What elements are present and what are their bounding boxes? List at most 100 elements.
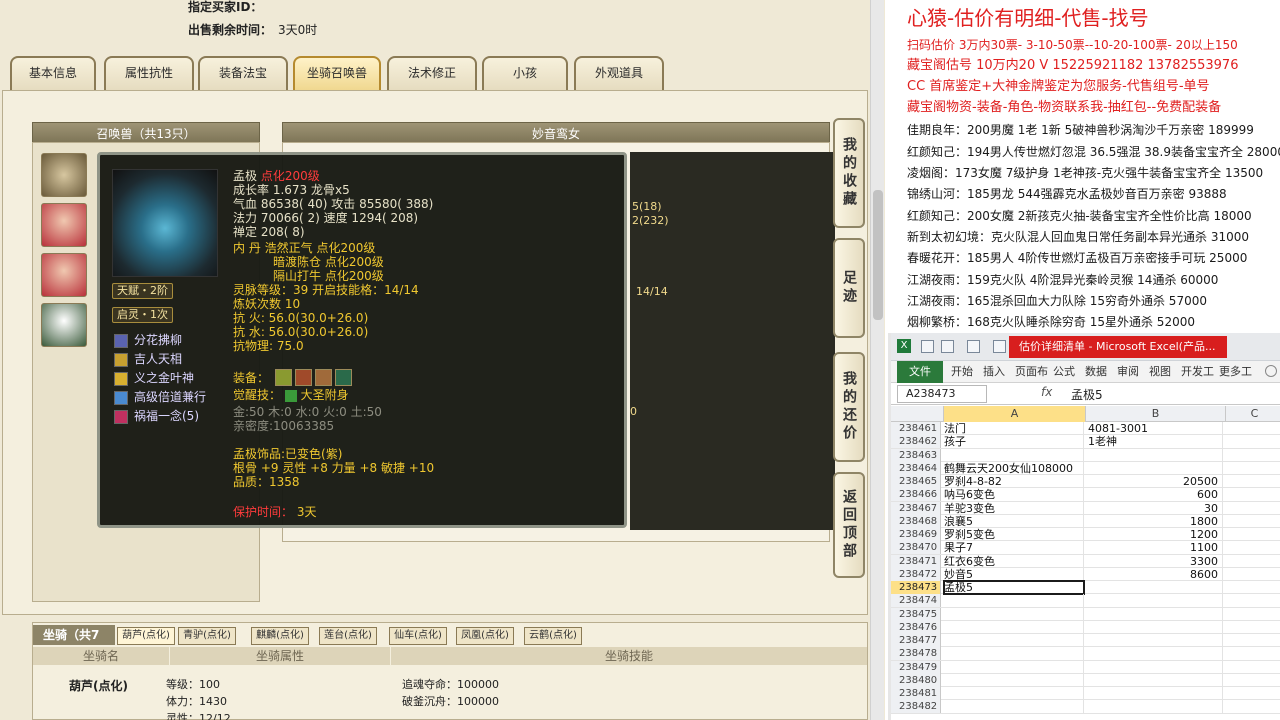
tab-mount-pets[interactable]: 坐骑召唤兽 (293, 56, 381, 90)
help-icon[interactable] (1265, 365, 1277, 377)
cell-b[interactable]: 8600 (1085, 567, 1223, 581)
cell-b[interactable] (1085, 461, 1223, 475)
favorite-button[interactable]: 我的收藏 (833, 118, 865, 228)
row-number[interactable]: 238474 (891, 594, 941, 608)
ribbon-tab-data[interactable]: 数据 (1085, 361, 1107, 383)
row-number[interactable]: 238475 (891, 607, 941, 621)
mount-tab-5[interactable]: 仙车(点化) (389, 627, 447, 645)
cell-a[interactable] (944, 620, 1084, 634)
cell-b[interactable]: 4081-3001 (1085, 422, 1223, 435)
cell-a[interactable]: 罗刹5变色 (944, 528, 1084, 541)
cell-b[interactable] (1085, 634, 1223, 647)
cell-a[interactable] (944, 673, 1084, 687)
row-number[interactable]: 238482 (891, 700, 941, 714)
ribbon-tab-file[interactable]: 文件 (897, 361, 943, 383)
cell-b[interactable]: 1老神 (1085, 435, 1223, 449)
ribbon-tab-formulas[interactable]: 公式 (1053, 361, 1075, 383)
row-number[interactable]: 238464 (891, 461, 941, 475)
cell-a[interactable] (944, 607, 1084, 621)
cell-b[interactable]: 1100 (1085, 541, 1223, 555)
mount-tab-4[interactable]: 莲台(点化) (319, 627, 377, 645)
bargain-button[interactable]: 我的还价 (833, 352, 865, 462)
row-number[interactable]: 238472 (891, 567, 941, 581)
ribbon-tab-developer[interactable]: 开发工 (1181, 361, 1214, 383)
pet-thumb-1[interactable] (41, 153, 87, 197)
cell-a[interactable]: 羊驼3变色 (944, 501, 1084, 515)
row-number[interactable]: 238465 (891, 475, 941, 488)
mount-tab-1[interactable]: 葫芦(点化) (117, 627, 175, 645)
ribbon-tab-more-tools[interactable]: 更多工 (1219, 361, 1252, 383)
cell-b[interactable]: 1800 (1085, 514, 1223, 528)
cell-b[interactable]: 30 (1085, 501, 1223, 515)
cell-a[interactable] (944, 634, 1084, 647)
footprint-button[interactable]: 足迹 (833, 238, 865, 338)
tab-children[interactable]: 小孩 (482, 56, 568, 90)
ribbon-tab-home[interactable]: 开始 (951, 361, 973, 383)
customize-qat-icon[interactable] (993, 340, 1006, 353)
mount-tab-2[interactable]: 青驴(点化) (178, 627, 236, 645)
save-icon[interactable] (921, 340, 934, 353)
column-header-a[interactable]: A (943, 406, 1085, 422)
cell-a[interactable]: 果子7 (944, 541, 1084, 555)
equip-slot-2[interactable] (295, 369, 312, 386)
ribbon-tab-review[interactable]: 审阅 (1117, 361, 1139, 383)
cell-b[interactable]: 600 (1085, 488, 1223, 502)
undo-icon[interactable] (941, 340, 954, 353)
cell-a[interactable]: 妙音5 (944, 567, 1084, 581)
cell-b[interactable] (1085, 647, 1223, 661)
tab-equipment[interactable]: 装备法宝 (198, 56, 288, 90)
cell-b[interactable] (1085, 581, 1223, 594)
cell-b[interactable]: 3300 (1085, 554, 1223, 568)
pet-thumb-2[interactable] (41, 203, 87, 247)
cell-b[interactable] (1085, 687, 1223, 700)
fx-icon[interactable]: fx (1041, 385, 1052, 399)
tab-spell-mods[interactable]: 法术修正 (387, 56, 477, 90)
row-number[interactable]: 238466 (891, 488, 941, 502)
mount-tab-3[interactable]: 麒麟(点化) (251, 627, 309, 645)
cell-a[interactable]: 浪襄5 (944, 514, 1084, 528)
cell-a[interactable]: 鹤舞云天200女仙108000 (944, 461, 1084, 475)
cell-a[interactable]: 法门 (944, 422, 1084, 435)
cell-a[interactable] (944, 647, 1084, 661)
cell-a[interactable]: 孩子 (944, 435, 1084, 449)
row-number[interactable]: 238473 (891, 581, 941, 594)
row-number[interactable]: 238468 (891, 514, 941, 528)
cell-a[interactable] (944, 700, 1084, 714)
cell-b[interactable] (1085, 594, 1223, 608)
cell-a[interactable]: 呐马6变色 (944, 488, 1084, 502)
name-box[interactable]: A238473 (897, 385, 987, 403)
equip-slot-4[interactable] (335, 369, 352, 386)
redo-icon[interactable] (967, 340, 980, 353)
cell-a[interactable]: 红衣6变色 (944, 554, 1084, 568)
cell-b[interactable]: 1200 (1085, 528, 1223, 541)
ribbon-tab-layout[interactable]: 页面布 (1015, 361, 1048, 383)
row-number[interactable]: 238463 (891, 448, 941, 462)
row-number[interactable]: 238471 (891, 554, 941, 568)
row-number[interactable]: 238461 (891, 422, 941, 435)
row-number[interactable]: 238478 (891, 647, 941, 661)
cell-b[interactable] (1085, 673, 1223, 687)
cell-a[interactable] (944, 594, 1084, 608)
pet-thumb-3[interactable] (41, 253, 87, 297)
tab-appearance[interactable]: 外观道具 (574, 56, 664, 90)
cell-a[interactable] (944, 660, 1084, 674)
equip-slot-3[interactable] (315, 369, 332, 386)
row-number[interactable]: 238477 (891, 634, 941, 647)
tab-attributes[interactable]: 属性抗性 (104, 56, 194, 90)
row-number[interactable]: 238481 (891, 687, 941, 700)
row-number[interactable]: 238470 (891, 541, 941, 555)
cell-b[interactable]: 20500 (1085, 475, 1223, 488)
cell-a[interactable]: 孟极5 (943, 580, 1085, 595)
pet-thumb-4[interactable] (41, 303, 87, 347)
ribbon-tab-view[interactable]: 视图 (1149, 361, 1171, 383)
mount-tab-6[interactable]: 凤凰(点化) (456, 627, 514, 645)
mount-tab-7[interactable]: 云鹤(点化) (524, 627, 582, 645)
cell-a[interactable]: 罗刹4-8-82 (944, 475, 1084, 488)
scrollbar-thumb[interactable] (873, 190, 883, 320)
row-number[interactable]: 238480 (891, 673, 941, 687)
cell-b[interactable] (1085, 700, 1223, 714)
cell-b[interactable] (1085, 620, 1223, 634)
back-to-top-button[interactable]: 返回顶部 (833, 472, 865, 578)
ribbon-tab-insert[interactable]: 插入 (983, 361, 1005, 383)
cell-a[interactable] (944, 448, 1084, 462)
